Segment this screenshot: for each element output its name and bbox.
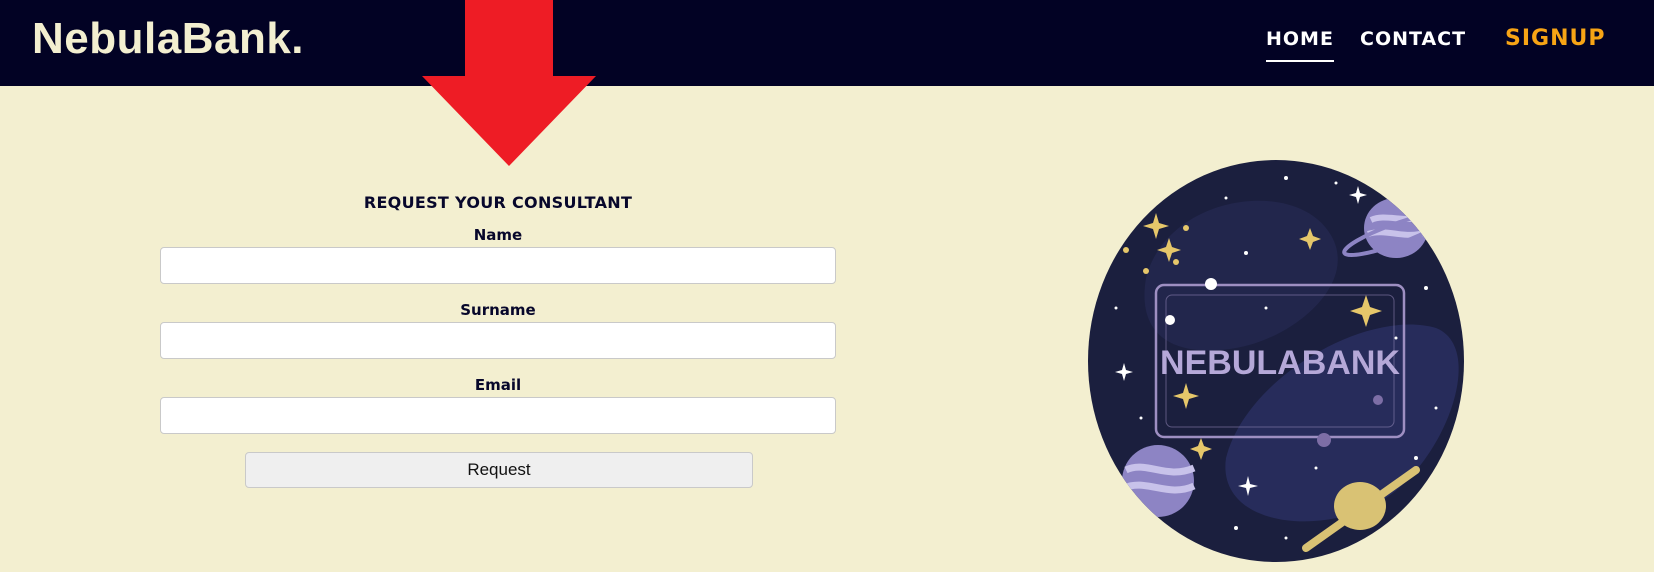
- top-navbar: NebulaBank. HOME CONTACT SIGNUP: [0, 0, 1654, 86]
- brand-logo-text[interactable]: NebulaBank.: [32, 14, 304, 64]
- nav-signup-link[interactable]: SIGNUP: [1505, 26, 1606, 51]
- name-label: Name: [473, 226, 523, 244]
- logo-text: NEBULABANK: [1160, 344, 1400, 382]
- nav-contact-link[interactable]: CONTACT: [1360, 28, 1466, 50]
- nebulabank-space-logo: NEBULABANK: [1088, 160, 1464, 562]
- nav-home-link[interactable]: HOME: [1266, 28, 1334, 62]
- red-down-arrow-icon: [422, 0, 596, 166]
- name-input[interactable]: [160, 247, 836, 284]
- email-input[interactable]: [160, 397, 836, 434]
- email-label: Email: [474, 376, 522, 394]
- surname-input[interactable]: [160, 322, 836, 359]
- surname-label: Surname: [460, 301, 536, 319]
- request-button[interactable]: Request: [245, 452, 753, 488]
- form-title: REQUEST YOUR CONSULTANT: [363, 193, 633, 212]
